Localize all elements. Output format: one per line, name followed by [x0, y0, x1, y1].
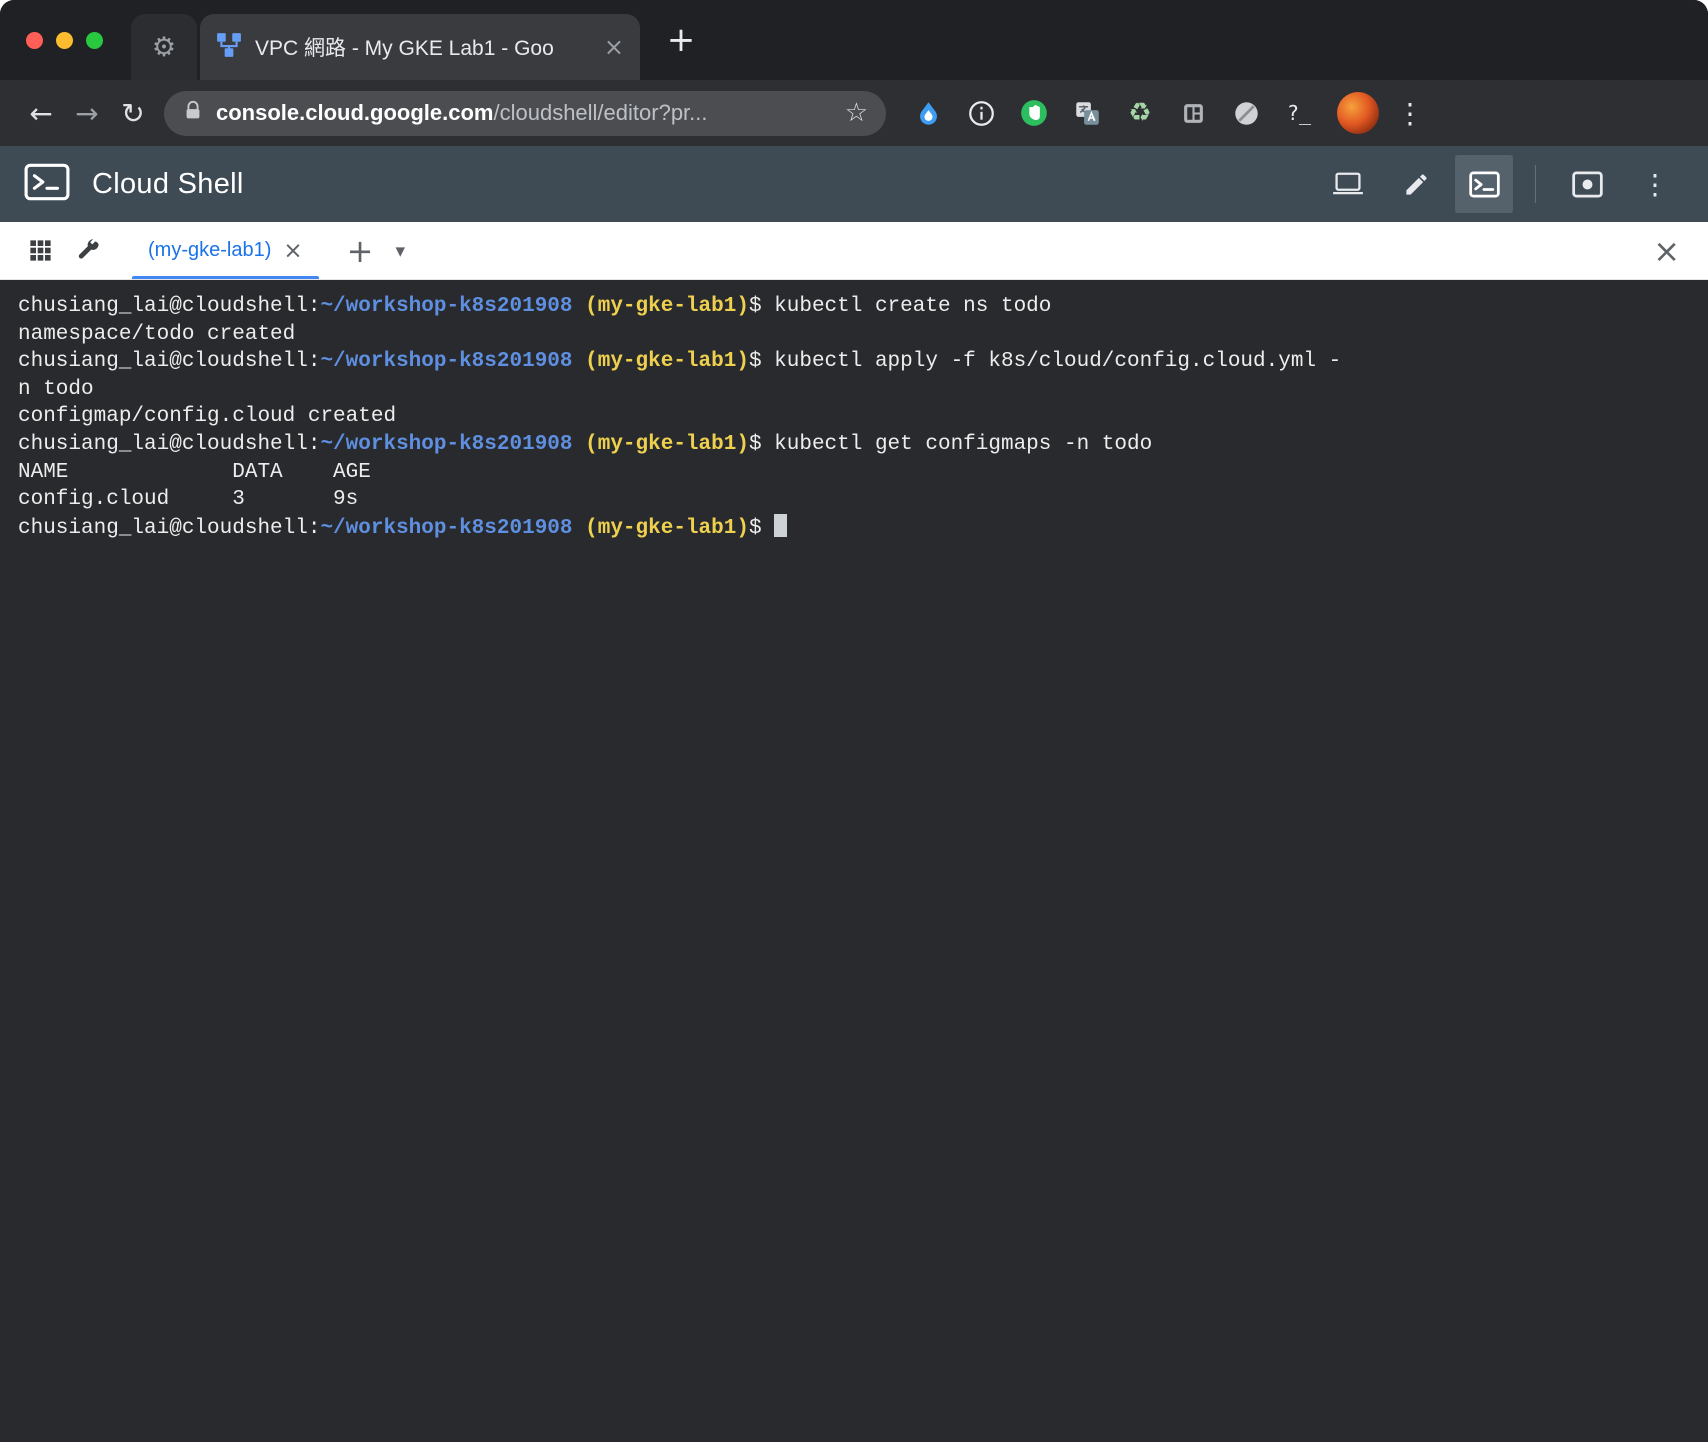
stamp-extension-icon[interactable]	[1177, 97, 1209, 129]
browser-tab-secondary[interactable]: ⚙	[131, 14, 197, 80]
evernote-extension-icon[interactable]	[1018, 97, 1050, 129]
window-controls	[26, 31, 131, 49]
terminal-line: chusiang_lai@cloudshell:~/workshop-k8s20…	[18, 350, 1342, 374]
page-title: Cloud Shell	[92, 167, 244, 200]
wrench-icon[interactable]	[64, 227, 112, 275]
laptop-icon[interactable]	[1319, 155, 1377, 213]
tab-close-icon[interactable]: ×	[604, 35, 624, 59]
gear-favicon-icon: ⚙	[151, 31, 177, 63]
terminal-line: n todo	[18, 377, 94, 401]
url-text: console.cloud.google.com/cloudshell/edit…	[216, 100, 708, 126]
window-zoom-button[interactable]	[86, 31, 103, 49]
web-preview-icon[interactable]	[1558, 155, 1616, 213]
terminal-cursor	[774, 513, 788, 537]
window-close-button[interactable]	[26, 31, 43, 49]
header-actions: ⋮	[1319, 155, 1684, 213]
terminal-line: namespace/todo created	[18, 322, 296, 346]
reload-button[interactable]: ↻	[110, 90, 156, 136]
extensions-row: ♻ ?_	[912, 97, 1315, 129]
browser-tab-strip: ⚙ VPC 網路 - My GKE Lab1 - Goo × +	[0, 0, 1708, 80]
vpc-network-favicon-icon	[216, 32, 242, 63]
browser-toolbar: ← → ↻ console.cloud.google.com/cloudshel…	[0, 80, 1708, 146]
terminal-line: configmap/config.cloud created	[18, 405, 397, 429]
browser-menu-button[interactable]: ⋮	[1395, 97, 1425, 130]
terminal[interactable]: chusiang_lai@cloudshell:~/workshop-k8s20…	[0, 280, 1708, 1442]
tab-title: VPC 網路 - My GKE Lab1 - Goo	[255, 37, 554, 60]
window-minimize-button[interactable]	[56, 31, 73, 49]
terminal-line: NAME DATA AGE	[18, 460, 371, 484]
profile-avatar[interactable]	[1337, 92, 1379, 134]
bottom-strip	[0, 1442, 1708, 1454]
terminal-line: chusiang_lai@cloudshell:~/workshop-k8s20…	[18, 295, 1052, 318]
terminal-line: chusiang_lai@cloudshell:~/workshop-k8s20…	[18, 513, 1690, 543]
pencil-icon[interactable]	[1387, 155, 1445, 213]
chevron-down-icon[interactable]: ▾	[395, 240, 405, 262]
blue-drop-extension-icon[interactable]	[912, 97, 944, 129]
address-bar[interactable]: console.cloud.google.com/cloudshell/edit…	[164, 90, 886, 136]
url-path: /cloudshell/editor?pr...	[493, 100, 708, 125]
circle-extension-icon[interactable]	[1230, 97, 1262, 129]
new-tab-button[interactable]: +	[658, 17, 704, 63]
terminal-line: config.cloud 3 9s	[18, 488, 359, 512]
session-tab-bar: (my-gke-lab1) × + ▾ ×	[0, 222, 1708, 280]
terminal-icon[interactable]	[1455, 155, 1513, 213]
active-tab-indicator	[132, 276, 319, 279]
cloud-shell-header: Cloud Shell ⋮	[0, 146, 1708, 222]
bookmark-star-icon[interactable]: ☆	[845, 98, 868, 128]
shell-menu-button[interactable]: ⋮	[1626, 155, 1684, 213]
forward-button[interactable]: →	[64, 90, 110, 136]
header-divider	[1535, 165, 1536, 203]
back-button[interactable]: ←	[18, 90, 64, 136]
cloud-shell-logo-icon	[24, 161, 70, 208]
terminal-output: chusiang_lai@cloudshell:~/workshop-k8s20…	[18, 293, 1690, 542]
session-tab-close-icon[interactable]: ×	[283, 238, 302, 264]
browser-window: ⚙ VPC 網路 - My GKE Lab1 - Goo × + ← → ↻ c…	[0, 0, 1708, 1454]
url-domain: console.cloud.google.com	[216, 100, 494, 125]
add-session-button[interactable]: +	[347, 232, 374, 270]
session-tab-my-gke-lab1[interactable]: (my-gke-lab1) ×	[130, 222, 321, 279]
recycle-extension-icon[interactable]: ♻	[1124, 97, 1156, 129]
lock-icon	[182, 100, 204, 127]
close-panel-button[interactable]: ×	[1653, 232, 1680, 270]
browser-tab-active[interactable]: VPC 網路 - My GKE Lab1 - Goo ×	[200, 14, 640, 80]
session-tab-label: (my-gke-lab1)	[148, 239, 272, 261]
grid-icon[interactable]	[16, 227, 64, 275]
terminal-extension-icon[interactable]: ?_	[1283, 97, 1315, 129]
terminal-line: chusiang_lai@cloudshell:~/workshop-k8s20…	[18, 432, 1153, 456]
translate-extension-icon[interactable]	[1071, 97, 1103, 129]
info-extension-icon[interactable]	[965, 97, 997, 129]
